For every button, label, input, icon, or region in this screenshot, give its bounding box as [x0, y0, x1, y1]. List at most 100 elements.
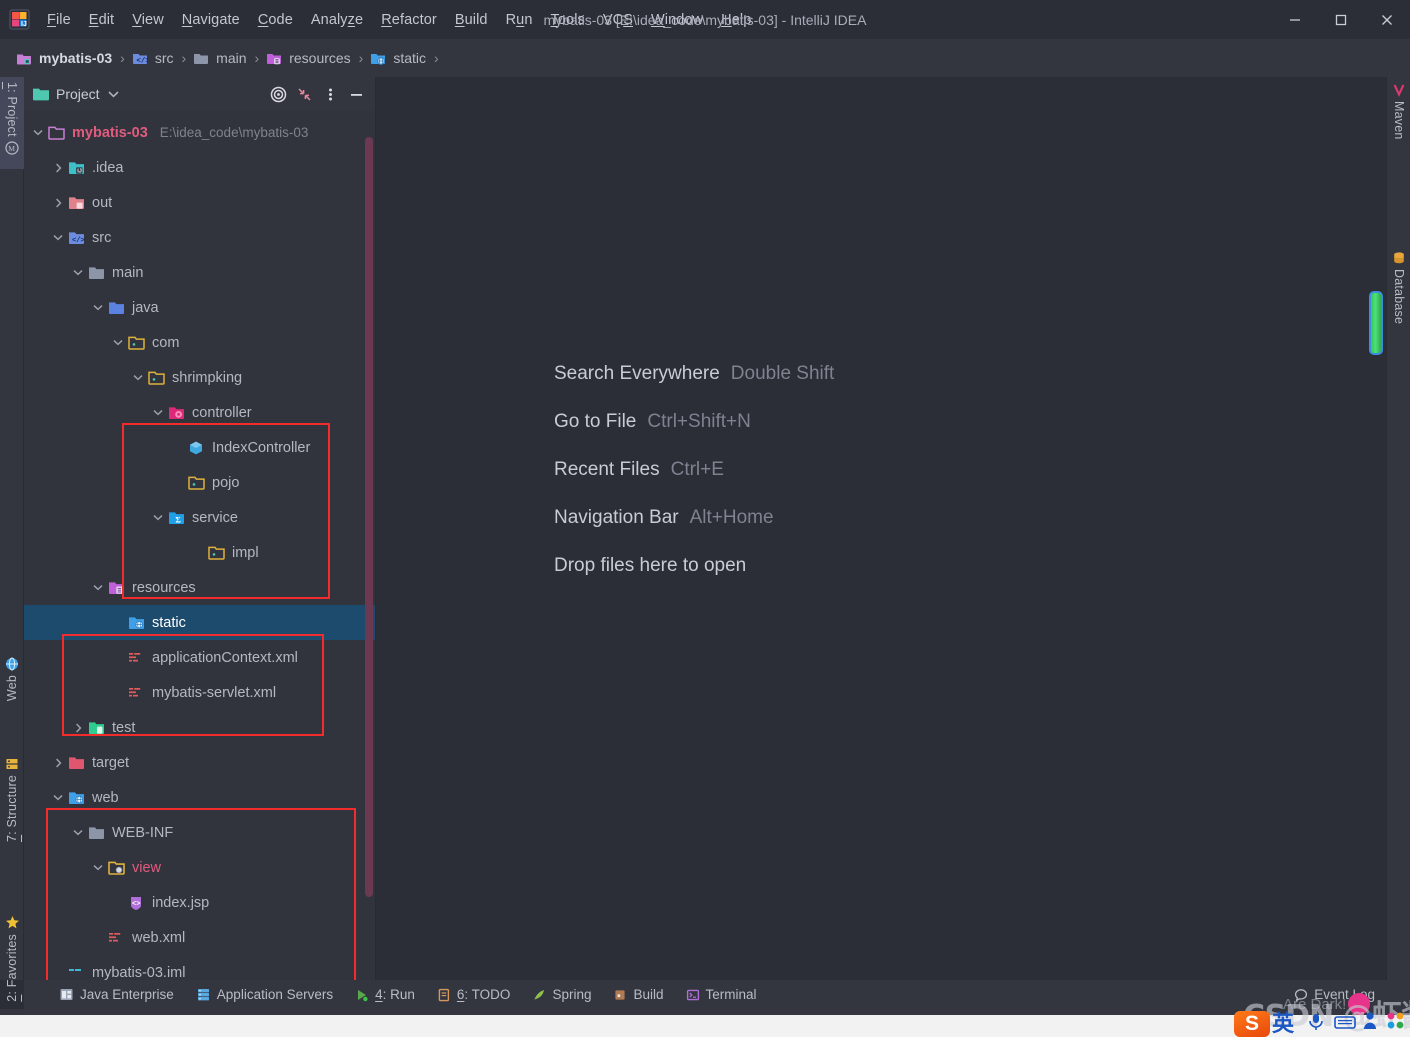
- scroll-from-source-icon[interactable]: [265, 81, 291, 107]
- tree-row-target[interactable]: target: [24, 745, 375, 780]
- tree-row-indexcontroller[interactable]: IndexController: [24, 430, 375, 465]
- tree-row-java[interactable]: java: [24, 290, 375, 325]
- breadcrumb-item-main[interactable]: main: [193, 48, 247, 68]
- bottom-item-java-enterprise[interactable]: Java Enterprise: [50, 983, 183, 1006]
- project-tree-scrollbar[interactable]: [365, 137, 373, 897]
- tree-row-com[interactable]: com: [24, 325, 375, 360]
- menu-view[interactable]: View: [123, 9, 173, 31]
- maximize-button[interactable]: [1318, 0, 1364, 39]
- menu-window[interactable]: Window: [642, 9, 712, 31]
- tree-row-idea[interactable]: IJ .idea: [24, 150, 375, 185]
- chevron-down-icon[interactable]: [50, 230, 66, 246]
- sidebar-item-project[interactable]: 1: Project M: [0, 77, 24, 169]
- tree-row-project-root[interactable]: mybatis-03 E:\idea_code\mybatis-03: [24, 115, 375, 150]
- chevron-down-icon[interactable]: [90, 580, 106, 596]
- tree-row-src[interactable]: </> src: [24, 220, 375, 255]
- sidebar-item-structure[interactable]: 7: Structure: [0, 757, 24, 867]
- svg-text:IJ: IJ: [77, 169, 82, 175]
- spring-service-icon: Σ: [166, 509, 186, 527]
- breadcrumb-item-resources[interactable]: resources: [266, 48, 351, 68]
- menu-build[interactable]: Build: [446, 9, 497, 31]
- bottom-item-todo[interactable]: 6: TODO: [428, 983, 520, 1006]
- tree-row-applicationcontext-xml[interactable]: applicationContext.xml: [24, 640, 375, 675]
- tree-label: target: [92, 754, 130, 771]
- tree-row-web-inf[interactable]: WEB-INF: [24, 815, 375, 850]
- chevron-down-icon[interactable]: [70, 825, 86, 841]
- tree-row-iml[interactable]: mybatis-03.iml: [24, 955, 375, 980]
- menu-help[interactable]: Help: [712, 9, 760, 31]
- menu-analyze[interactable]: Analyze: [302, 9, 372, 31]
- tree-row-test[interactable]: test: [24, 710, 375, 745]
- tree-label: main: [112, 264, 144, 281]
- menu-edit[interactable]: Edit: [80, 9, 123, 31]
- tree-row-pojo[interactable]: pojo: [24, 465, 375, 500]
- breadcrumb-label: resources: [289, 50, 351, 66]
- tree-row-controller[interactable]: controller: [24, 395, 375, 430]
- tree-row-index-jsp[interactable]: <> index.jsp: [24, 885, 375, 920]
- module-icon: [16, 50, 32, 66]
- chevron-right-icon[interactable]: [70, 720, 86, 736]
- tree-row-out[interactable]: out: [24, 185, 375, 220]
- breadcrumb-item-module[interactable]: mybatis-03: [16, 48, 113, 68]
- tree-label: web: [92, 789, 119, 806]
- event-log-button[interactable]: Event Log: [1285, 983, 1384, 1006]
- options-menu-icon[interactable]: [317, 81, 343, 107]
- minimize-button[interactable]: [1272, 0, 1318, 39]
- chevron-down-icon[interactable]: [108, 90, 119, 98]
- chevron-down-icon[interactable]: [90, 300, 106, 316]
- tree-row-service[interactable]: Σ service: [24, 500, 375, 535]
- menu-code[interactable]: Code: [249, 9, 302, 31]
- source-root-icon: </>: [132, 50, 148, 66]
- hint-label: Go to File: [554, 411, 637, 432]
- close-button[interactable]: [1364, 0, 1410, 39]
- tree-row-mybatis-servlet-xml[interactable]: mybatis-servlet.xml: [24, 675, 375, 710]
- chevron-right-icon[interactable]: [50, 160, 66, 176]
- bottom-item-spring[interactable]: Spring: [523, 983, 600, 1006]
- tree-row-static[interactable]: static: [24, 605, 375, 640]
- chevron-down-icon[interactable]: [150, 510, 166, 526]
- project-tree[interactable]: mybatis-03 E:\idea_code\mybatis-03 IJ .i…: [24, 111, 375, 980]
- chevron-down-icon[interactable]: [70, 265, 86, 281]
- chevron-down-icon[interactable]: [30, 125, 46, 141]
- editor-scrollbar-marker[interactable]: [1369, 291, 1383, 355]
- menu-tools[interactable]: Tools: [542, 9, 594, 31]
- tree-label: .idea: [92, 159, 124, 176]
- chevron-down-icon[interactable]: [90, 860, 106, 876]
- sidebar-item-maven[interactable]: Maven: [1387, 77, 1410, 159]
- menu-run[interactable]: Run: [497, 9, 542, 31]
- chevron-right-icon[interactable]: [50, 195, 66, 211]
- test-root-icon: [86, 719, 106, 737]
- bottom-item-label: Build: [633, 987, 664, 1002]
- tree-row-impl[interactable]: impl: [24, 535, 375, 570]
- folder-icon: [86, 264, 106, 282]
- chevron-down-icon[interactable]: [130, 370, 146, 386]
- hide-panel-icon[interactable]: [343, 81, 369, 107]
- tree-row-resources[interactable]: resources: [24, 570, 375, 605]
- project-root-icon: [46, 124, 66, 142]
- tree-row-main[interactable]: main: [24, 255, 375, 290]
- sidebar-item-web[interactable]: Web: [0, 657, 24, 727]
- breadcrumb-item-static[interactable]: static: [370, 48, 427, 68]
- bottom-item-application-servers[interactable]: Application Servers: [187, 983, 342, 1006]
- bottom-item-run[interactable]: 4: Run: [346, 983, 424, 1006]
- menu-navigate[interactable]: Navigate: [173, 9, 249, 31]
- tree-row-view[interactable]: view: [24, 850, 375, 885]
- bottom-item-build[interactable]: Build: [604, 983, 672, 1006]
- menu-bar[interactable]: File Edit View Navigate Code Analyze Ref…: [38, 0, 760, 39]
- menu-file[interactable]: File: [38, 9, 80, 31]
- tree-row-web[interactable]: web: [24, 780, 375, 815]
- chevron-down-icon[interactable]: [50, 790, 66, 806]
- sidebar-item-database[interactable]: Database: [1387, 245, 1410, 349]
- chevron-right-icon[interactable]: [50, 755, 66, 771]
- menu-refactor[interactable]: Refactor: [372, 9, 446, 31]
- window-controls: [1272, 0, 1410, 39]
- bottom-item-terminal[interactable]: Terminal: [677, 983, 766, 1006]
- collapse-all-icon[interactable]: [291, 81, 317, 107]
- tree-row-shrimpking[interactable]: shrimpking: [24, 360, 375, 395]
- tree-row-web-xml[interactable]: web.xml: [24, 920, 375, 955]
- editor-empty-area[interactable]: Search Everywhere Double Shift Go to Fil…: [377, 77, 1386, 980]
- breadcrumb-item-src[interactable]: </> src: [132, 48, 175, 68]
- chevron-down-icon[interactable]: [150, 405, 166, 421]
- chevron-down-icon[interactable]: [110, 335, 126, 351]
- menu-vcs[interactable]: VCS: [594, 9, 642, 31]
